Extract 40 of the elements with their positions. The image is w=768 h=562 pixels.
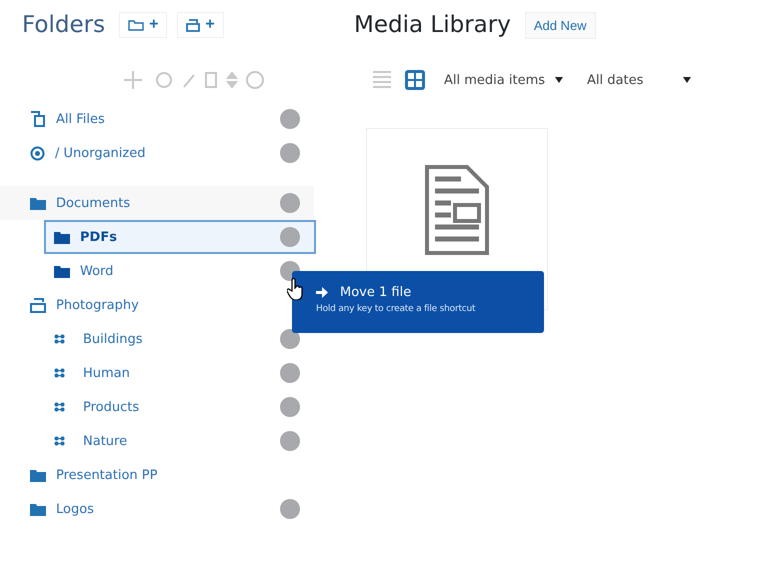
folder-icon <box>30 502 46 516</box>
arrow-right-icon <box>316 287 328 298</box>
caret-icon <box>555 77 564 83</box>
tag-icon <box>54 334 65 344</box>
folder-item[interactable]: / Unorganized <box>0 136 314 170</box>
folder-item[interactable]: All Files <box>0 102 314 136</box>
folder-item[interactable]: Buildings <box>0 322 314 356</box>
page-title: Media Library <box>354 12 511 38</box>
hand-cursor-icon <box>287 278 305 300</box>
add-folder-button[interactable]: + <box>177 12 224 38</box>
folder-item[interactable]: Logos <box>0 492 314 526</box>
filter-dropdown[interactable]: All dates <box>581 72 698 88</box>
category-icon <box>186 18 200 32</box>
folder-item[interactable]: Human <box>0 356 314 390</box>
add-folder-button[interactable]: + <box>119 12 168 38</box>
folder-icon <box>54 264 70 278</box>
folder-icon <box>30 196 46 210</box>
tag-icon <box>54 368 65 378</box>
folder-icon <box>128 19 144 31</box>
folder-item[interactable]: Documents <box>0 186 314 220</box>
folder-icon <box>30 468 46 482</box>
folder-item[interactable]: Nature <box>0 424 314 458</box>
filter-dropdown[interactable]: All media items <box>438 72 570 88</box>
caret-icon <box>683 77 692 83</box>
folder-item[interactable]: Presentation PP <box>0 458 314 492</box>
tooltip-hint: Hold any key to create a file shortcut <box>316 304 476 314</box>
folder-item[interactable]: Photography <box>0 288 314 322</box>
panel-title: Folders <box>22 12 106 38</box>
files-icon <box>30 111 46 127</box>
grid-view-icon[interactable] <box>404 69 426 91</box>
tag-icon <box>54 402 65 412</box>
document-icon <box>425 165 489 255</box>
folder-item[interactable]: Products <box>0 390 314 424</box>
tooltip-title: Move 1 file <box>340 285 412 300</box>
tag-icon <box>54 436 65 446</box>
target-icon <box>30 146 45 160</box>
category-icon <box>30 298 46 312</box>
folder-item[interactable]: PDFs <box>44 220 316 254</box>
add-new-button[interactable]: Add New <box>524 12 596 38</box>
folder-icon <box>54 230 70 244</box>
